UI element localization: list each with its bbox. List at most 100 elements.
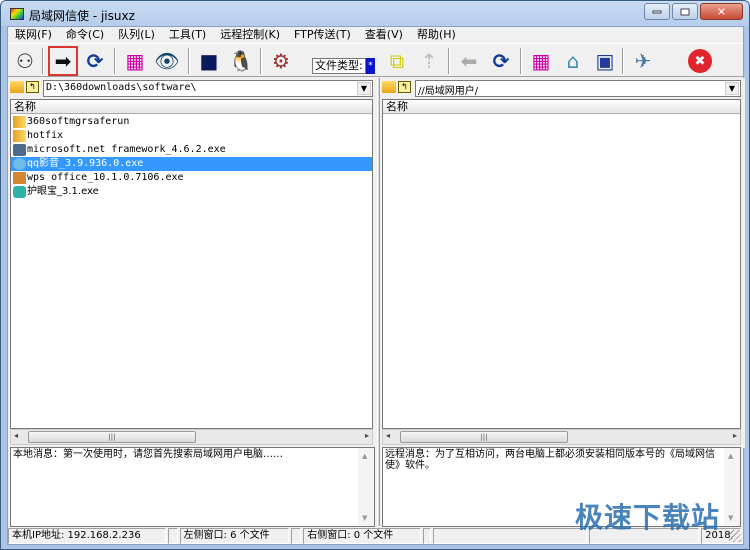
file-name: hotfix (27, 130, 64, 141)
vertical-scrollbar[interactable]: ▲ ▼ (358, 448, 374, 526)
status-left-count: 左侧窗口: 6 个文件 (179, 528, 290, 544)
list-item[interactable]: microsoft.net framework_4.6.2.exe (11, 143, 372, 157)
remote-path-text: //局域网用户/ (418, 86, 479, 97)
file-type-label: 文件类型: (312, 58, 366, 74)
upload-disabled-icon: ⇡ (420, 49, 438, 73)
status-empty (432, 528, 588, 544)
scroll-down-icon[interactable]: ▼ (728, 514, 733, 522)
scroll-right-icon[interactable]: ▸ (365, 431, 369, 440)
eye-folder-icon: 👁 (154, 49, 180, 73)
upload-button[interactable]: ⇡ (414, 46, 444, 76)
scroll-down-icon[interactable]: ▼ (362, 514, 367, 522)
view-button[interactable]: 👁 (152, 46, 182, 76)
color-monitor-button[interactable]: ▦ (120, 46, 150, 76)
menu-help[interactable]: 帮助(H) (410, 27, 463, 43)
transfer-button[interactable]: ✈ (628, 46, 658, 76)
search-network-button[interactable]: ⚇ (10, 46, 40, 76)
watermark: 极速下载站 (575, 501, 721, 534)
back-button[interactable]: ⬅ (454, 46, 484, 76)
list-item[interactable]: wps office_10.1.0.7106.exe (11, 171, 372, 185)
local-path-combobox[interactable]: D:\360downloads\software\ ▼ (43, 80, 373, 97)
send-arrow-icon: ➡ (54, 49, 72, 73)
folder-icon[interactable] (10, 81, 24, 93)
back-arrow-disabled-icon: ⬅ (460, 49, 478, 73)
local-path-text: D:\360downloads\software\ (46, 82, 197, 93)
list-item-selected[interactable]: qq影音_3.9.936.0.exe (11, 157, 372, 171)
send-button[interactable]: ➡ (48, 46, 78, 76)
file-name: microsoft.net framework_4.6.2.exe (27, 144, 226, 155)
menu-command[interactable]: 命令(C) (59, 27, 111, 43)
close-button[interactable]: ✕ (700, 3, 743, 20)
remote-screen-icon: ▣ (595, 49, 615, 73)
list-item[interactable]: 360softmgrsaferun (11, 115, 372, 129)
vertical-scrollbar[interactable]: ▲ ▼ (724, 448, 740, 526)
app-window: 局域网信使 - jisuxz ✕ 联网(F) 命令(C) 队列(L) 工具(T)… (0, 0, 750, 550)
scroll-right-icon[interactable]: ▸ (733, 431, 737, 440)
column-header-name[interactable]: 名称 (11, 100, 372, 114)
remote-horizontal-scrollbar[interactable]: ◂ ||| ▸ (382, 429, 741, 445)
scroll-left-icon[interactable]: ◂ (386, 431, 390, 440)
remote-path-bar: ↰ //局域网用户/ ▼ (382, 80, 741, 97)
scroll-up-icon[interactable]: ▲ (362, 452, 367, 460)
file-type-select[interactable]: * (366, 58, 375, 74)
local-path-bar: ↰ D:\360downloads\software\ ▼ (10, 80, 373, 97)
file-name: wps office_10.1.0.7106.exe (27, 172, 184, 183)
status-spacer (291, 528, 302, 544)
minimize-button[interactable] (644, 3, 670, 20)
refresh-icon: ⟳ (492, 49, 510, 73)
list-item[interactable]: hotfix (11, 129, 372, 143)
status-spacer (167, 528, 178, 544)
list-item[interactable]: 护眼宝_3.1.exe (11, 185, 372, 199)
color-monitor-right-button[interactable]: ▦ (526, 46, 556, 76)
toolbar-separator (448, 48, 450, 74)
folder-icon[interactable] (382, 81, 396, 93)
local-horizontal-scrollbar[interactable]: ◂ ||| ▸ (10, 429, 373, 445)
tools-button[interactable]: ⚙ (266, 46, 296, 76)
local-message-text: 本地消息：第一次使用时，请您首先搜索局域网用户电脑…… (13, 449, 283, 460)
menu-bar: 联网(F) 命令(C) 队列(L) 工具(T) 远程控制(K) FTP传送(T)… (8, 27, 743, 43)
scroll-thumb[interactable]: ||| (28, 431, 196, 443)
computers-button[interactable]: ⧉ (382, 46, 412, 76)
local-file-list[interactable]: 名称 360softmgrsaferun hotfix microsoft.ne… (10, 99, 373, 429)
menu-network[interactable]: 联网(F) (8, 27, 59, 43)
folder-button[interactable]: ⌂ (558, 46, 588, 76)
up-folder-icon[interactable]: ↰ (26, 81, 39, 93)
title-bar: 局域网信使 - jisuxz ✕ (1, 1, 749, 26)
scroll-left-icon[interactable]: ◂ (14, 431, 18, 440)
menu-ftp[interactable]: FTP传送(T) (287, 27, 358, 43)
file-name: 护眼宝_3.1.exe (27, 186, 99, 197)
chevron-down-icon[interactable]: ▼ (725, 82, 739, 95)
column-header-name[interactable]: 名称 (383, 100, 740, 114)
menu-view[interactable]: 查看(V) (358, 27, 410, 43)
toolbar-separator (188, 48, 190, 74)
network-computers-icon: ⚇ (16, 49, 34, 73)
folder-icon: ⌂ (566, 49, 580, 73)
penguin-icon: 🐧 (228, 49, 254, 73)
remote-pane: ↰ //局域网用户/ ▼ 名称 ◂ ||| ▸ (380, 78, 745, 448)
screen-button[interactable]: ■ (194, 46, 224, 76)
close-red-icon: ✖ (694, 53, 706, 69)
menu-queue[interactable]: 队列(L) (111, 27, 162, 43)
menu-remote-control[interactable]: 远程控制(K) (213, 27, 287, 43)
resize-grip[interactable] (729, 530, 741, 542)
scroll-up-icon[interactable]: ▲ (728, 452, 733, 460)
refresh-icon: ⟳ (86, 49, 104, 73)
remote-path-combobox[interactable]: //局域网用户/ ▼ (415, 80, 741, 97)
up-folder-icon[interactable]: ↰ (398, 81, 411, 93)
remote-screen-button[interactable]: ▣ (590, 46, 620, 76)
toolbar-separator (114, 48, 116, 74)
color-monitor-icon: ▦ (531, 49, 551, 73)
local-message-box[interactable]: 本地消息：第一次使用时，请您首先搜索局域网用户电脑…… ▲ ▼ (10, 447, 375, 527)
refresh-left-button[interactable]: ⟳ (80, 46, 110, 76)
chevron-down-icon[interactable]: ▼ (357, 82, 371, 95)
scroll-thumb[interactable]: ||| (400, 431, 568, 443)
folder-icon (13, 116, 26, 128)
menu-tools[interactable]: 工具(T) (162, 27, 213, 43)
toolbar-separator (42, 48, 44, 74)
qq-button[interactable]: 🐧 (226, 46, 256, 76)
disconnect-button[interactable]: ✖ (688, 49, 712, 73)
maximize-button[interactable] (672, 3, 698, 20)
folder-icon (13, 130, 26, 142)
refresh-right-button[interactable]: ⟳ (486, 46, 516, 76)
remote-file-list[interactable]: 名称 (382, 99, 741, 429)
